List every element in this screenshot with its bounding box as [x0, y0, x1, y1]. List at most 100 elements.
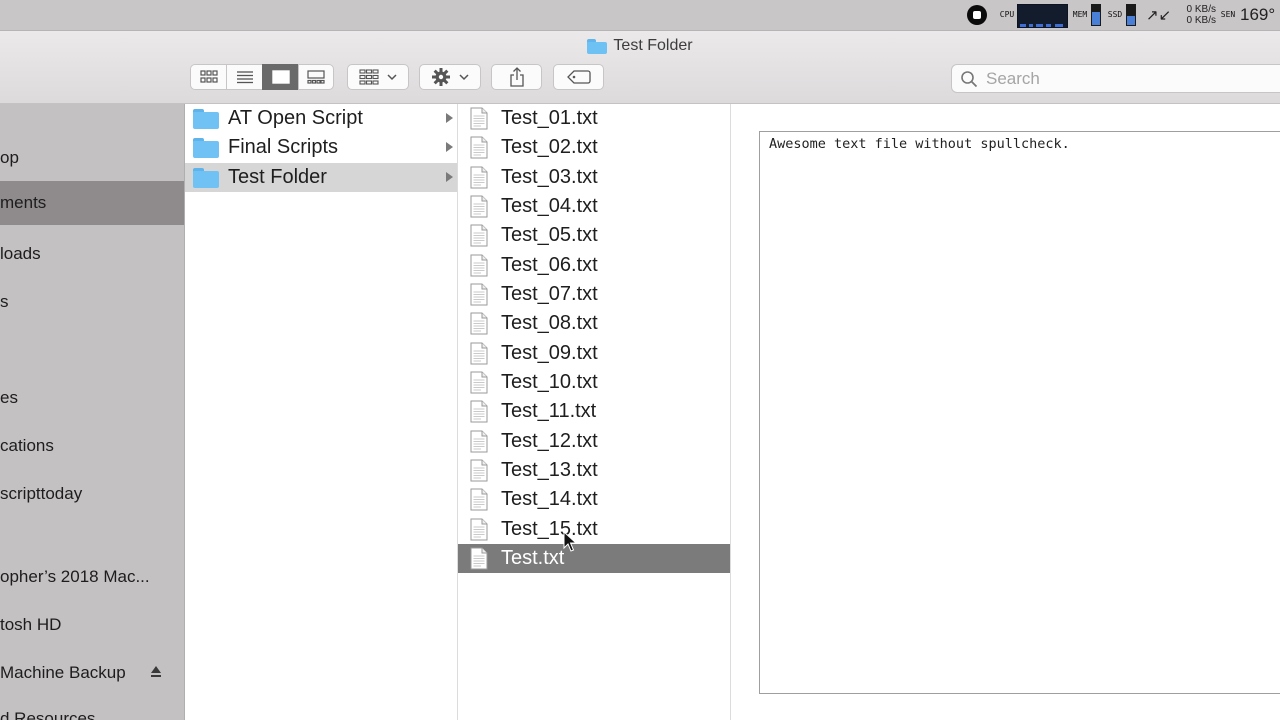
file-name: Test_13.txt	[501, 458, 598, 481]
gear-icon	[432, 68, 450, 86]
text-document-icon	[470, 547, 488, 570]
file-name: Test_08.txt	[501, 312, 598, 335]
sidebar-item-documents[interactable]: ments	[0, 181, 184, 225]
column-folders: AT Open Script Final Scripts Test Folder	[185, 104, 458, 720]
file-name: Test_12.txt	[501, 429, 598, 452]
screen-recording-icon[interactable]	[967, 0, 989, 30]
folder-icon	[193, 168, 219, 188]
tag-button[interactable]	[553, 64, 604, 90]
ssd-gauge-icon[interactable]	[1126, 4, 1136, 26]
file-row[interactable]: Test_10.txt	[458, 368, 730, 397]
disclosure-triangle-icon	[446, 172, 453, 182]
icon-grid-icon	[199, 70, 218, 83]
share-icon	[509, 67, 524, 87]
sidebar-item-4[interactable]: s	[0, 280, 184, 324]
file-name: Test_01.txt	[501, 107, 598, 129]
text-document-icon	[470, 107, 488, 130]
arrange-button[interactable]	[347, 64, 409, 90]
text-document-icon	[470, 430, 488, 453]
menu-bar: CPU MEM SSD ↗↙ 0 KB/s 0 KB/s SEN 169°	[0, 0, 1280, 31]
text-document-icon	[470, 195, 488, 218]
folder-name: Final Scripts	[228, 136, 339, 158]
file-row[interactable]: Test_09.txt	[458, 339, 730, 368]
file-row[interactable]: Test_05.txt	[458, 221, 730, 250]
sidebar-item-macintosh-hd[interactable]: tosh HD	[0, 603, 184, 647]
gallery-icon	[307, 70, 325, 84]
file-name: Test.txt	[501, 546, 565, 569]
text-document-icon	[470, 371, 488, 394]
text-document-icon	[470, 342, 488, 365]
disclosure-triangle-icon	[446, 142, 453, 152]
sidebar-item-label: scripttoday	[0, 484, 83, 503]
sidebar-item-applications[interactable]: cations	[0, 424, 184, 468]
file-row[interactable]: Test.txt	[458, 543, 730, 573]
file-row[interactable]: Test_15.txt	[458, 515, 730, 544]
folder-row-at-open-script[interactable]: AT Open Script	[185, 104, 457, 133]
file-row[interactable]: Test_11.txt	[458, 397, 730, 426]
folder-row-test-folder[interactable]: Test Folder	[185, 163, 457, 192]
network-rates[interactable]: 0 KB/s 0 KB/s	[1166, 0, 1216, 30]
share-button[interactable]	[491, 64, 542, 90]
sidebar-item-scripttoday[interactable]: scripttoday	[0, 472, 184, 516]
sidebar-item-label: op	[0, 148, 19, 167]
temperature-readout[interactable]: 169°	[1240, 0, 1275, 30]
text-document-icon	[470, 136, 488, 159]
file-row[interactable]: Test_04.txt	[458, 192, 730, 221]
sidebar-item-label: Machine Backup	[0, 663, 126, 682]
window-title-text: Test Folder	[613, 37, 693, 54]
chevron-down-icon	[387, 73, 397, 80]
folder-row-final-scripts[interactable]: Final Scripts	[185, 133, 457, 162]
sidebar-item-label: tosh HD	[0, 615, 62, 634]
text-preview[interactable]: Awesome text file without spullcheck.	[759, 131, 1280, 694]
sidebar-item-label: cations	[0, 436, 54, 455]
disclosure-triangle-icon	[446, 113, 453, 123]
window-title: Test Folder	[0, 37, 1280, 55]
gallery-view-button[interactable]	[298, 64, 334, 90]
sidebar-item-label: s	[0, 292, 9, 311]
file-name: Test_09.txt	[501, 341, 598, 364]
list-view-button[interactable]	[226, 64, 262, 90]
folder-icon	[193, 138, 219, 158]
sidebar-item-6[interactable]: es	[0, 376, 184, 420]
file-row[interactable]: Test_13.txt	[458, 456, 730, 485]
sidebar-item-time-machine-backup[interactable]: Machine Backup	[0, 651, 184, 695]
arrange-grid-icon	[359, 69, 379, 85]
column-view-button[interactable]	[262, 64, 298, 90]
icon-view-button[interactable]	[190, 64, 226, 90]
tag-group	[553, 64, 604, 92]
file-row[interactable]: Test_12.txt	[458, 427, 730, 456]
file-row[interactable]: Test_02.txt	[458, 133, 730, 162]
search-field[interactable]	[951, 64, 1280, 93]
file-row[interactable]: Test_06.txt	[458, 251, 730, 280]
text-document-icon	[470, 254, 488, 277]
action-button[interactable]	[419, 64, 481, 90]
sidebar-item-mac[interactable]: opher’s 2018 Mac...	[0, 555, 184, 599]
network-upload-rate: 0 KB/s	[1186, 4, 1216, 15]
share-group	[491, 64, 542, 92]
sidebar-item-desktop[interactable]: op	[0, 136, 184, 180]
sidebar-item-label: d Resources	[0, 709, 96, 720]
action-group	[419, 64, 481, 92]
sidebar-item-label: opher’s 2018 Mac...	[0, 567, 150, 586]
text-document-icon	[470, 224, 488, 247]
text-document-icon	[470, 488, 488, 511]
text-document-icon	[470, 312, 488, 335]
network-download-rate: 0 KB/s	[1186, 15, 1216, 26]
file-row[interactable]: Test_14.txt	[458, 485, 730, 514]
sidebar-item-downloads[interactable]: loads	[0, 232, 184, 276]
text-document-icon	[470, 400, 488, 423]
file-row[interactable]: Test_07.txt	[458, 280, 730, 309]
sidebar-item-shared-resources[interactable]: d Resources	[0, 697, 184, 720]
file-name: Test_07.txt	[501, 282, 598, 305]
chevron-down-icon	[459, 73, 469, 80]
file-row[interactable]: Test_03.txt	[458, 163, 730, 192]
memory-gauge-icon[interactable]	[1091, 4, 1101, 26]
folder-name: Test Folder	[228, 166, 327, 188]
search-input[interactable]	[984, 67, 1268, 90]
eject-icon[interactable]	[150, 665, 162, 679]
folder-name: AT Open Script	[228, 107, 363, 129]
file-row[interactable]: Test_01.txt	[458, 104, 730, 133]
sidebar-item-5[interactable]	[0, 328, 184, 372]
file-row[interactable]: Test_08.txt	[458, 309, 730, 338]
cpu-graph-icon[interactable]	[1017, 4, 1068, 28]
